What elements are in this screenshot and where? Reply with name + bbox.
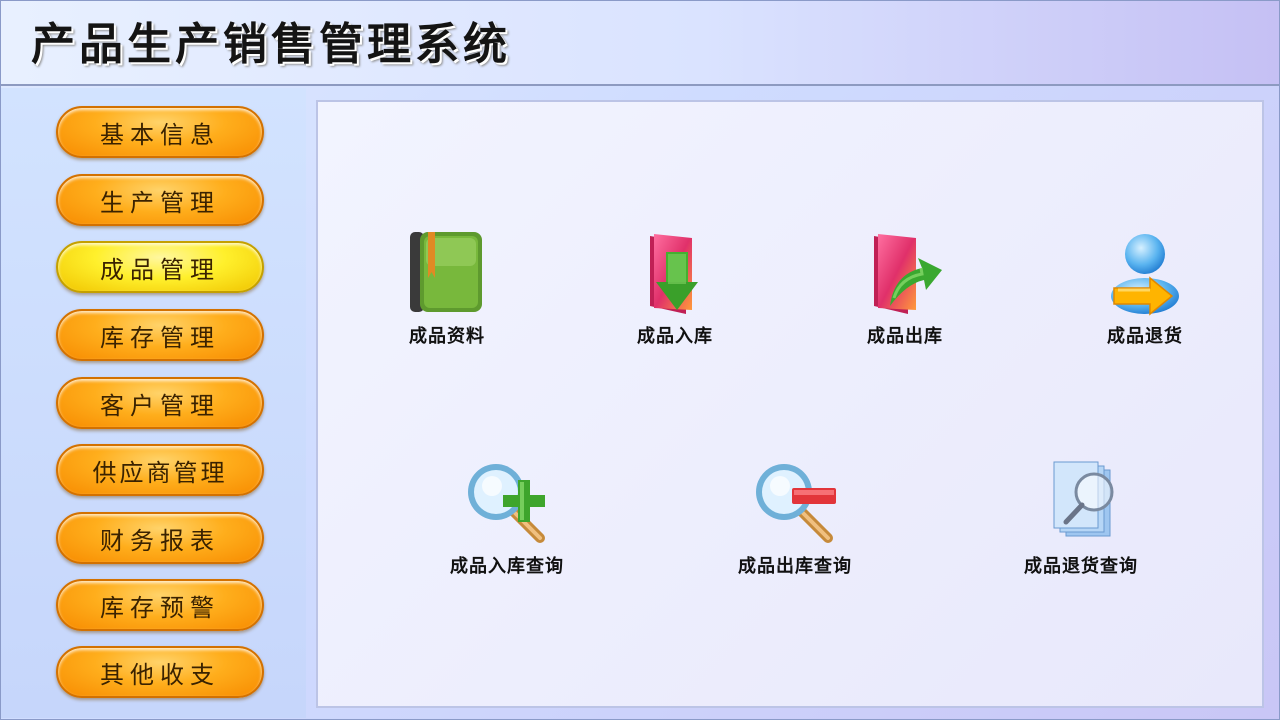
function-inbound-query[interactable]: 成品入库查询 (422, 458, 592, 588)
function-label: 成品资料 (409, 326, 485, 347)
sidebar-item-production[interactable]: 生产管理 (56, 174, 264, 226)
function-label: 成品退货 (1107, 326, 1183, 347)
sidebar-nav: 基本信息 生产管理 成品管理 库存管理 客户管理 供应商管理 财务报表 库存预警… (1, 88, 306, 718)
sidebar-item-basic-info[interactable]: 基本信息 (56, 106, 264, 158)
sidebar-item-inventory[interactable]: 库存管理 (56, 309, 264, 361)
function-finished-goods-info[interactable]: 成品资料 (362, 228, 532, 358)
main-panel: 成品资料 成品入库 成品出库 成品退货 成品入库查询 成品出库查询 成品退货查询 (316, 100, 1264, 708)
sidebar-item-customers[interactable]: 客户管理 (56, 377, 264, 429)
function-finished-goods-outbound[interactable]: 成品出库 (820, 228, 990, 358)
function-outbound-query[interactable]: 成品出库查询 (710, 458, 880, 588)
folder-arrow-down-icon (650, 234, 698, 314)
function-label: 成品出库查询 (738, 556, 852, 577)
magnifier-minus-icon (756, 464, 836, 543)
function-label: 成品入库查询 (450, 556, 564, 577)
app-header: 产品生产销售管理系统 (1, 1, 1279, 86)
sidebar-item-suppliers[interactable]: 供应商管理 (56, 444, 264, 496)
function-finished-goods-return[interactable]: 成品退货 (1060, 228, 1230, 358)
function-label: 成品退货查询 (1024, 556, 1138, 577)
green-book-icon (410, 232, 482, 312)
function-return-query[interactable]: 成品退货查询 (996, 458, 1166, 588)
sidebar-item-inventory-alert[interactable]: 库存预警 (56, 579, 264, 631)
function-finished-goods-inbound[interactable]: 成品入库 (590, 228, 760, 358)
app-title: 产品生产销售管理系统 (31, 19, 511, 70)
sidebar-item-financial-reports[interactable]: 财务报表 (56, 512, 264, 564)
sidebar-item-finished-goods[interactable]: 成品管理 (56, 241, 264, 293)
function-label: 成品入库 (637, 326, 713, 347)
document-search-icon (1053, 461, 1114, 537)
folder-arrow-out-icon (874, 234, 942, 314)
sidebar-item-other-income-expense[interactable]: 其他收支 (56, 646, 264, 698)
user-return-icon (1111, 234, 1179, 316)
function-label: 成品出库 (867, 326, 943, 347)
magnifier-plus-icon (468, 464, 545, 543)
